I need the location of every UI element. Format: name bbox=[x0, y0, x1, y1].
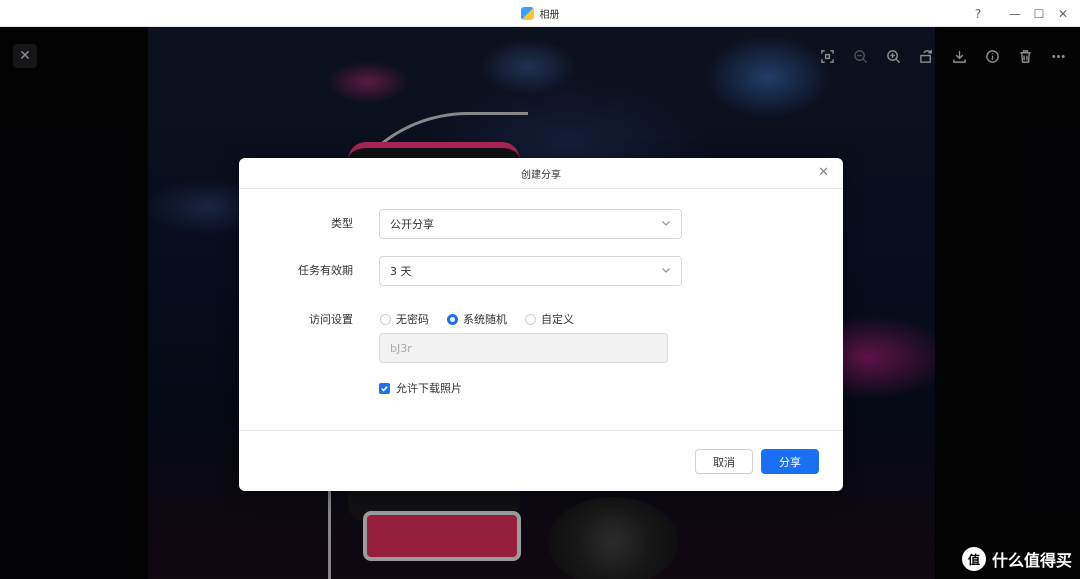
radio-label: 自定义 bbox=[541, 313, 574, 326]
photos-app-icon bbox=[520, 7, 534, 20]
maximize-button[interactable]: ☐ bbox=[1027, 0, 1051, 27]
radio-button[interactable] bbox=[525, 313, 536, 325]
app-title: 相册 bbox=[0, 0, 1080, 27]
watermark-logo: 值 bbox=[961, 547, 986, 571]
close-window-button[interactable]: ✕ bbox=[1051, 0, 1075, 27]
watermark-text: 什么值得买 bbox=[991, 551, 1072, 570]
window-title: 相册 bbox=[539, 10, 560, 21]
radio-custom[interactable]: 自定义 bbox=[525, 311, 574, 327]
allow-download-label: 允许下载照片 bbox=[396, 382, 462, 395]
share-button[interactable]: 分享 bbox=[761, 449, 819, 474]
dialog-close-icon[interactable]: ✕ bbox=[818, 166, 829, 180]
minimize-button[interactable]: — bbox=[1003, 0, 1027, 27]
create-share-dialog: 创建分享 ✕ 类型 公开分享 任务有效期 3 天 访问设置 无密码 系统随机 自… bbox=[239, 158, 843, 491]
radio-system-random[interactable]: 系统随机 bbox=[447, 311, 507, 327]
chevron-down-icon bbox=[661, 265, 671, 275]
radio-button[interactable] bbox=[380, 313, 391, 325]
allow-download-checkbox[interactable] bbox=[379, 382, 390, 394]
password-value: bJ3r bbox=[390, 341, 412, 355]
access-radio-group: 无密码 系统随机 自定义 bbox=[380, 311, 574, 327]
dialog-title: 创建分享 bbox=[521, 169, 561, 181]
access-label: 访问设置 bbox=[309, 313, 353, 326]
dialog-footer-divider bbox=[239, 430, 843, 431]
dialog-header: 创建分享 ✕ bbox=[239, 158, 843, 189]
chevron-down-icon bbox=[661, 218, 671, 228]
password-field[interactable]: bJ3r bbox=[379, 333, 668, 363]
expiry-select[interactable]: 3 天 bbox=[379, 256, 682, 286]
title-bar: 相册 ? — ☐ ✕ bbox=[0, 0, 1080, 27]
allow-download-row[interactable]: 允许下载照片 bbox=[379, 380, 462, 396]
expiry-value: 3 天 bbox=[390, 265, 412, 278]
watermark: 值 什么值得买 bbox=[961, 547, 1072, 571]
radio-label: 系统随机 bbox=[463, 313, 507, 326]
cancel-button[interactable]: 取消 bbox=[695, 449, 753, 474]
radio-label: 无密码 bbox=[396, 313, 429, 326]
type-select[interactable]: 公开分享 bbox=[379, 209, 682, 239]
type-value: 公开分享 bbox=[390, 218, 434, 231]
help-button[interactable]: ? bbox=[966, 0, 990, 27]
expiry-label: 任务有效期 bbox=[298, 264, 353, 277]
type-label: 类型 bbox=[331, 217, 353, 230]
radio-no-password[interactable]: 无密码 bbox=[380, 311, 429, 327]
radio-button[interactable] bbox=[447, 313, 458, 325]
